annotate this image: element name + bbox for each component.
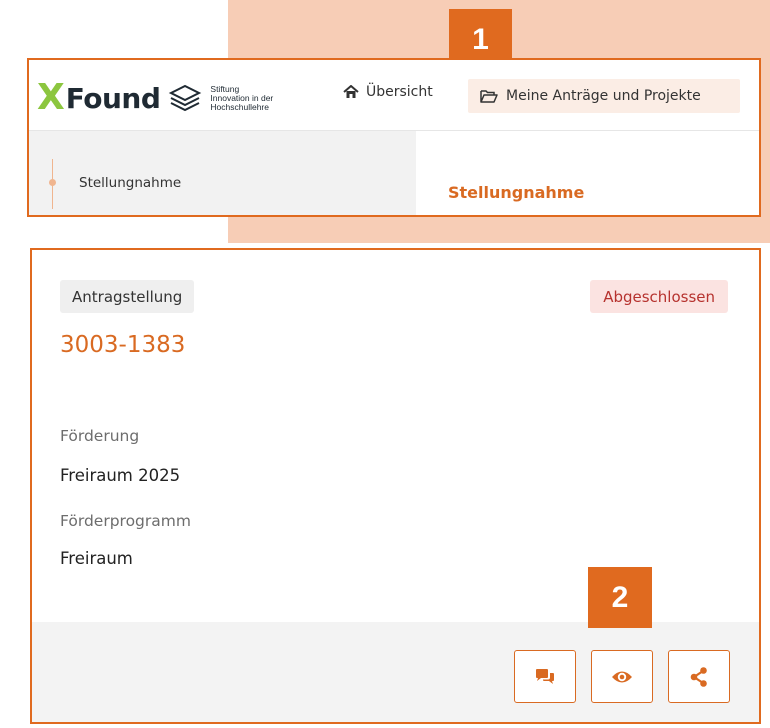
home-icon <box>343 85 359 98</box>
top-navigation-bar: X Found Stiftung Innovation in der Hochs… <box>29 60 759 130</box>
share-icon <box>690 666 707 687</box>
logo-x-mark: X <box>37 77 65 118</box>
section-content: Stellungnahme <box>416 130 759 215</box>
tree-node-dot <box>49 179 56 186</box>
section-tree: Stellungnahme <box>29 130 416 215</box>
share-button[interactable] <box>668 650 730 703</box>
card-actions-footer <box>32 622 759 722</box>
field-label-foerderprogramm: Förderprogramm <box>60 512 191 530</box>
logo-subtitle-line: Hochschullehre <box>210 101 269 112</box>
xfound-logo[interactable]: X Found Stiftung Innovation in der Hochs… <box>37 80 273 116</box>
callout-badge-2: 2 <box>588 567 652 628</box>
view-button[interactable] <box>591 650 653 703</box>
field-label-foerderung: Förderung <box>60 427 140 445</box>
field-value-foerderprogramm: Freiraum <box>60 549 133 568</box>
nav-overview-label: Übersicht <box>366 84 433 100</box>
section-title: Stellungnahme <box>448 183 585 202</box>
nav-link-my-applications[interactable]: Meine Anträge und Projekte <box>468 79 740 113</box>
application-id[interactable]: 3003-1383 <box>60 332 185 358</box>
comments-icon <box>536 668 554 684</box>
eye-icon <box>612 671 632 682</box>
folder-open-icon <box>480 90 498 103</box>
field-value-foerderung: Freiraum 2025 <box>60 466 181 485</box>
nav-projects-label: Meine Anträge und Projekte <box>506 88 701 104</box>
status-badge: Abgeschlossen <box>590 280 728 313</box>
section-navigation: Stellungnahme Stellungnahme <box>29 130 759 215</box>
logo-wordmark: Found <box>65 81 161 115</box>
type-badge: Antragstellung <box>60 280 195 313</box>
comments-button[interactable] <box>514 650 576 703</box>
application-card: Antragstellung Abgeschlossen 3003-1383 F… <box>30 248 761 724</box>
nav-link-overview[interactable]: Übersicht <box>343 84 433 100</box>
logo-subtitle: Stiftung Innovation in der Hochschullehr… <box>210 84 273 112</box>
header-panel: X Found Stiftung Innovation in der Hochs… <box>27 58 761 217</box>
tree-item-stellungnahme[interactable]: Stellungnahme <box>79 175 181 191</box>
stiftung-logo-icon <box>169 84 202 112</box>
